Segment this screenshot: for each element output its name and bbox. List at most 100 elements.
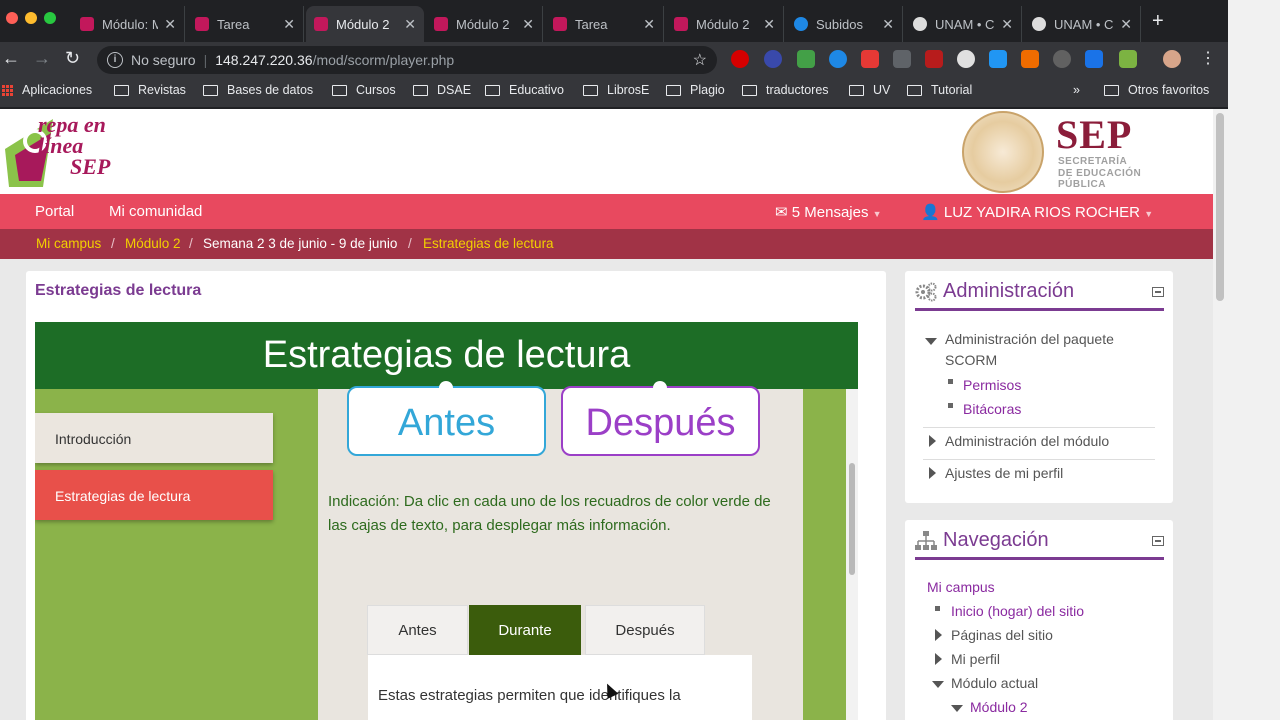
back-icon[interactable]: ← (2, 48, 20, 69)
collapsed-arrow-icon[interactable] (929, 467, 936, 479)
extension-icon[interactable] (797, 50, 815, 68)
close-tab-icon[interactable]: ✕ (404, 16, 416, 33)
bookmark-folder[interactable]: traductores (742, 83, 829, 97)
breadcrumb-link[interactable]: Mi campus (36, 236, 101, 251)
antes-box[interactable]: Antes (347, 386, 546, 456)
reload-icon[interactable]: ↻ (65, 48, 80, 69)
nav-site-pages[interactable]: Páginas del sitio (951, 625, 1053, 646)
extension-icon[interactable] (893, 50, 911, 68)
scrollbar-thumb[interactable] (849, 463, 855, 575)
messages-menu[interactable]: ✉ 5 Mensajes ▼ (775, 203, 882, 221)
user-menu[interactable]: 👤 LUZ YADIRA RIOS ROCHER ▼ (921, 203, 1153, 221)
close-tab-icon[interactable]: ✕ (882, 16, 894, 33)
browser-tab[interactable]: Tarea ✕ (187, 6, 304, 42)
browser-tab[interactable]: Subidos ✕ (786, 6, 903, 42)
scorm-scrollbar[interactable] (846, 389, 858, 720)
expanded-arrow-icon[interactable] (925, 338, 937, 345)
close-tab-icon[interactable]: ✕ (643, 16, 655, 33)
nav-site-home[interactable]: Inicio (hogar) del sitio (951, 601, 1084, 622)
new-tab-button[interactable]: + (1152, 10, 1164, 33)
info-icon[interactable]: i (107, 52, 123, 68)
extension-icon[interactable] (989, 50, 1007, 68)
maximize-window-button[interactable] (44, 12, 56, 24)
block-title-underline (915, 308, 1164, 311)
bookmark-folder[interactable]: Tutorial (907, 83, 972, 97)
extension-icon[interactable] (731, 50, 749, 68)
scorm-nav-introduccion[interactable]: Introducción (35, 413, 273, 463)
collapse-block-icon[interactable] (1152, 287, 1164, 297)
extension-icon[interactable] (1119, 50, 1137, 68)
address-bar[interactable]: i No seguro | 148.247.220.36 /mod/scorm/… (97, 46, 717, 74)
bookmarks-overflow-button[interactable]: » (1073, 83, 1080, 97)
page-scrollbar[interactable] (1213, 109, 1228, 720)
collapsed-arrow-icon[interactable] (929, 435, 936, 447)
breadcrumb-link[interactable]: Módulo 2 (125, 236, 181, 251)
bookmark-apps[interactable]: Aplicaciones (2, 83, 92, 97)
browser-tab-active[interactable]: Módulo 2 ✕ (306, 6, 424, 42)
other-bookmarks-folder[interactable]: Otros favoritos (1104, 83, 1209, 97)
extension-icon[interactable] (957, 50, 975, 68)
bookmark-folder[interactable]: DSAE (413, 83, 471, 97)
expanded-arrow-icon[interactable] (951, 705, 963, 712)
extension-icon[interactable] (1021, 50, 1039, 68)
browser-tab[interactable]: Módulo 2 ✕ (666, 6, 784, 42)
nav-mi-campus[interactable]: Mi campus (927, 577, 995, 598)
tab-panel: Estas estrategias permiten que identifiq… (368, 655, 752, 720)
admin-permisos-link[interactable]: Permisos (963, 375, 1021, 396)
collapsed-arrow-icon[interactable] (935, 629, 942, 641)
despues-box[interactable]: Después (561, 386, 760, 456)
close-tab-icon[interactable]: ✕ (763, 16, 775, 33)
expanded-arrow-icon[interactable] (932, 681, 944, 688)
tab-antes[interactable]: Antes (367, 605, 468, 655)
bookmark-star-icon[interactable]: ☆ (693, 50, 707, 70)
scrollbar-thumb[interactable] (1216, 113, 1224, 301)
nav-my-profile[interactable]: Mi perfil (951, 649, 1000, 670)
extension-icon[interactable] (861, 50, 879, 68)
breadcrumb-link[interactable]: Estrategias de lectura (423, 236, 554, 251)
bookmark-folder[interactable]: Cursos (332, 83, 396, 97)
close-tab-icon[interactable]: ✕ (283, 16, 295, 33)
scorm-nav-estrategias[interactable]: Estrategias de lectura (35, 470, 273, 520)
bookmark-folder[interactable]: Plagio (666, 83, 725, 97)
browser-tab[interactable]: UNAM • C ✕ (905, 6, 1022, 42)
nav-current-module[interactable]: Módulo actual (951, 673, 1038, 694)
close-tab-icon[interactable]: ✕ (522, 16, 534, 33)
scorm-content-panel: Antes Después Indicación: Da clic en cad… (318, 381, 803, 720)
menu-icon[interactable]: ⋮ (1200, 48, 1216, 68)
close-tab-icon[interactable]: ✕ (164, 16, 176, 33)
browser-tab[interactable]: Módulo 2 ✕ (426, 6, 543, 42)
nav-community-link[interactable]: Mi comunidad (109, 203, 202, 220)
admin-scorm-package[interactable]: Administración del paquete SCORM (945, 329, 1155, 371)
admin-profile-settings[interactable]: Ajustes de mi perfil (945, 463, 1063, 484)
bookmark-folder[interactable]: Bases de datos (203, 83, 313, 97)
collapsed-arrow-icon[interactable] (935, 653, 942, 665)
bookmark-folder[interactable]: Educativo (485, 83, 564, 97)
minimize-window-button[interactable] (25, 12, 37, 24)
nav-portal-link[interactable]: Portal (35, 203, 74, 220)
close-window-button[interactable] (6, 12, 18, 24)
nav-module-2[interactable]: Módulo 2 (970, 697, 1028, 718)
admin-bitacoras-link[interactable]: Bitácoras (963, 399, 1021, 420)
bookmark-folder[interactable]: Revistas (114, 83, 186, 97)
extension-icon[interactable] (1085, 50, 1103, 68)
forward-icon[interactable]: → (33, 48, 51, 69)
browser-tab[interactable]: Tarea ✕ (545, 6, 664, 42)
extension-icon[interactable] (925, 50, 943, 68)
instruction-text: Indicación: Da clic en cada uno de los r… (328, 493, 771, 534)
browser-tab[interactable]: Módulo: M ✕ (72, 6, 185, 42)
url-path: /mod/scorm/player.php (312, 52, 455, 68)
extension-icon[interactable] (764, 50, 782, 68)
tab-despues[interactable]: Después (585, 605, 705, 655)
tab-durante[interactable]: Durante (469, 605, 581, 655)
bookmark-folder[interactable]: UV (849, 83, 890, 97)
close-tab-icon[interactable]: ✕ (1001, 16, 1013, 33)
extension-icon[interactable] (829, 50, 847, 68)
browser-tab[interactable]: UNAM • C ✕ (1024, 6, 1141, 42)
avatar[interactable] (1163, 50, 1181, 68)
close-tab-icon[interactable]: ✕ (1120, 16, 1132, 33)
bookmark-folder[interactable]: LibrosE (583, 83, 649, 97)
url-host: 148.247.220.36 (215, 52, 313, 68)
admin-module[interactable]: Administración del módulo (945, 431, 1109, 452)
collapse-block-icon[interactable] (1152, 536, 1164, 546)
extension-icon[interactable] (1053, 50, 1071, 68)
